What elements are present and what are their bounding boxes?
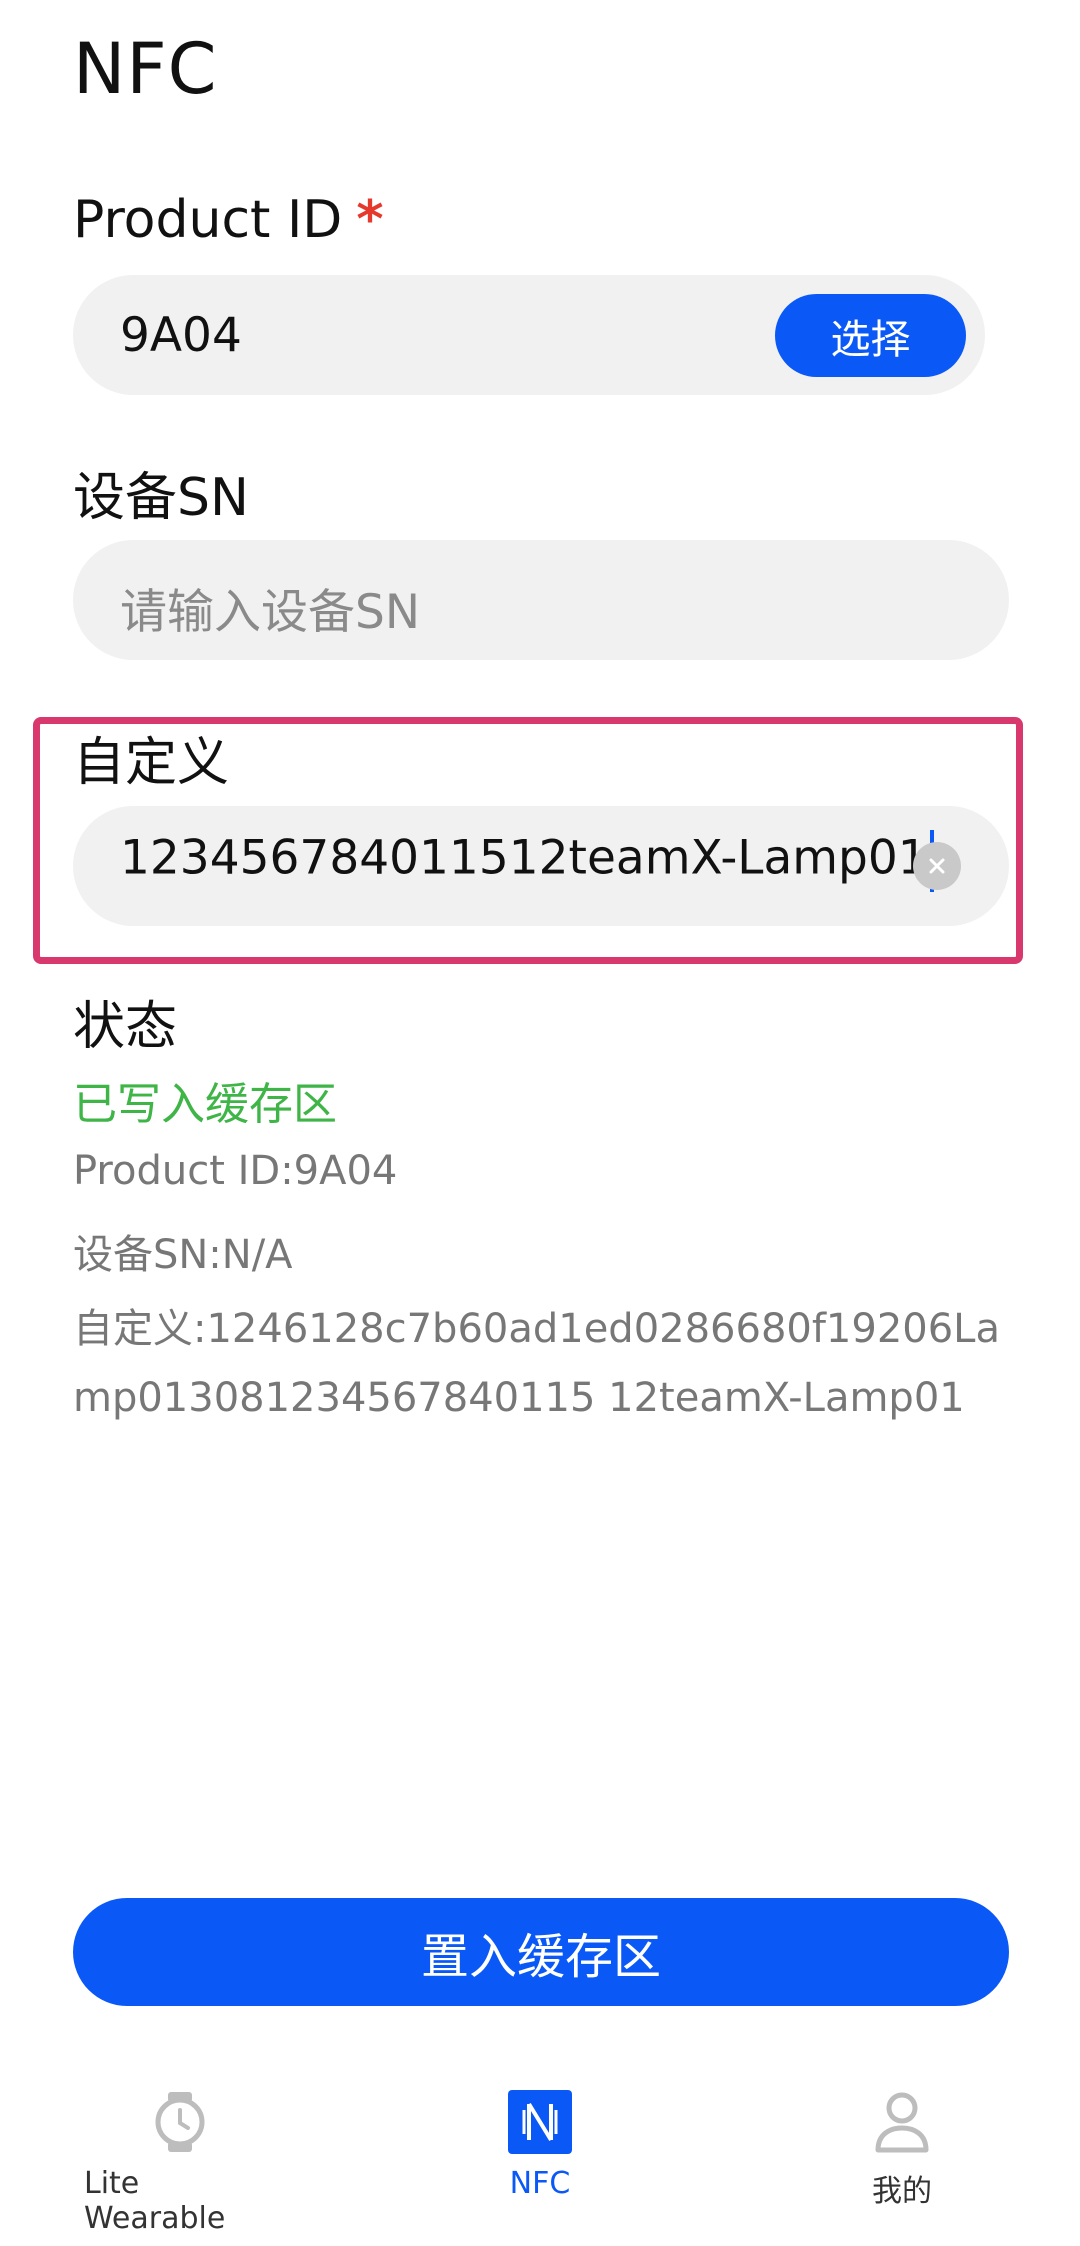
tab-lite-wearable[interactable]: Lite Wearable xyxy=(84,2090,276,2236)
status-label: 状态 xyxy=(73,997,178,1057)
page-title: NFC xyxy=(73,28,218,110)
choose-product-button[interactable]: 选择 xyxy=(775,294,966,377)
product-id-value: 9A04 xyxy=(120,308,242,363)
status-product-id: Product ID:9A04 xyxy=(73,1148,398,1194)
tab-lite-wearable-label: Lite Wearable xyxy=(84,2166,226,2236)
put-in-cache-button[interactable]: 置入缓存区 xyxy=(73,1898,1009,2006)
device-sn-label: 设备SN xyxy=(73,468,249,528)
tab-me-label: 我的 xyxy=(872,2174,932,2209)
device-sn-placeholder: 请输入设备SN xyxy=(120,585,420,640)
product-id-label-text: Product ID xyxy=(73,190,343,250)
watch-icon xyxy=(155,2092,205,2152)
tab-nfc[interactable]: NFC xyxy=(480,2090,600,2201)
tab-nfc-label: NFC xyxy=(509,2166,571,2201)
person-icon xyxy=(875,2092,929,2153)
required-mark: * xyxy=(356,190,384,250)
status-message: 已写入缓存区 xyxy=(73,1079,337,1130)
custom-field-highlight xyxy=(33,717,1023,964)
device-sn-input[interactable]: 请输入设备SN xyxy=(73,540,1009,660)
tab-me[interactable]: 我的 xyxy=(842,2090,962,2210)
nfc-icon xyxy=(508,2090,572,2154)
product-id-label: Product ID * xyxy=(73,190,384,250)
status-device-sn: 设备SN:N/A xyxy=(73,1232,293,1278)
status-custom: 自定义:1246128c7b60ad1ed0286680f19206Lamp01… xyxy=(73,1306,1000,1421)
